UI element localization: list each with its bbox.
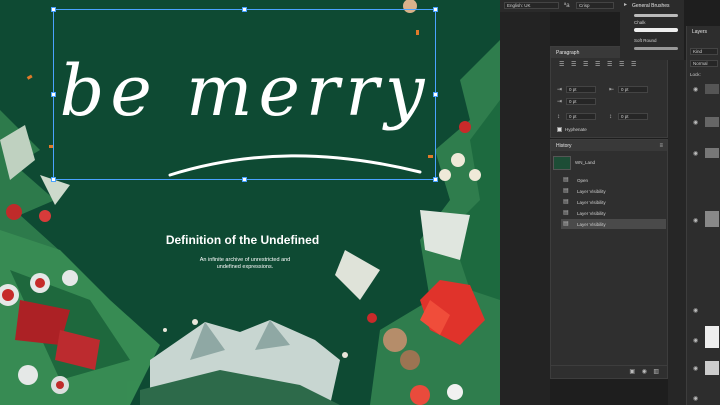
align-right-icon[interactable]: ☰	[583, 62, 588, 68]
layers-panel-title: Layers	[692, 29, 708, 35]
layer-thumbnail	[705, 211, 719, 227]
new-document-icon[interactable]: ▣	[629, 369, 635, 375]
brushes-panel-title[interactable]: General Brushes	[632, 3, 670, 9]
align-center-icon[interactable]: ☰	[571, 62, 576, 68]
artwork-title: Definition of the Undefined	[165, 233, 320, 247]
eye-icon[interactable]: ◉	[693, 308, 698, 314]
space-after-field[interactable]: 0 pt	[618, 113, 648, 120]
indent-first-field[interactable]: 0 pt	[566, 98, 596, 105]
history-state-icon: ▤	[563, 188, 569, 194]
eye-icon[interactable]: ◉	[693, 120, 698, 126]
list-item[interactable]: ▤ Layer Visibility	[561, 186, 666, 196]
lock-label: Lock:	[690, 72, 701, 77]
trash-icon[interactable]: ▥	[653, 369, 659, 375]
indent-right-icon: ⇤	[609, 87, 615, 93]
space-before-icon: ↕	[557, 114, 560, 120]
handle-middle-right[interactable]	[433, 92, 438, 97]
history-panel-title: History	[556, 143, 572, 149]
layer-thumbnail	[705, 326, 719, 348]
indent-right-field[interactable]: 0 pt	[618, 86, 648, 93]
document-canvas[interactable]: be merry Definition of the Undefined An …	[0, 0, 500, 405]
indent-first-icon: ⇥	[557, 99, 563, 105]
history-panel: History ≡ WN_Land ▤ Open ▤ Layer Visibilit…	[550, 139, 668, 379]
panel-menu-icon[interactable]: ≡	[659, 143, 663, 149]
brushes-panel: ▸ General Brushes Chalk Soft Round	[620, 0, 684, 60]
layer-thumbnail	[705, 148, 719, 158]
handle-top-middle[interactable]	[242, 7, 247, 12]
eye-icon[interactable]: ◉	[693, 151, 698, 157]
history-panel-header: History ≡	[551, 140, 667, 151]
brush-stroke-preview	[634, 28, 678, 32]
paragraph-panel-title: Paragraph	[556, 50, 580, 56]
language-select[interactable]: English: UK	[504, 2, 559, 9]
eye-icon[interactable]: ◉	[693, 87, 698, 93]
layers-panel: Layers Kind Normal Lock: ◉ ◉ ◉ ◉ ◉ ◉ ◉ ◉	[686, 26, 720, 405]
brush-stroke-preview	[634, 14, 678, 17]
handle-bottom-left[interactable]	[51, 177, 56, 182]
folder-icon: ▸	[624, 2, 628, 8]
space-after-icon: ↕	[609, 114, 612, 120]
handle-top-left[interactable]	[51, 7, 56, 12]
list-item[interactable]: ▤ Layer Visibility	[561, 197, 666, 207]
space-before-field[interactable]: 0 pt	[566, 113, 596, 120]
history-state-icon: ▤	[563, 177, 569, 183]
history-state-label: Layer Visibility	[577, 189, 606, 194]
aa-icon: ªa	[564, 3, 570, 9]
eye-icon[interactable]: ◉	[693, 366, 698, 372]
blend-mode-select[interactable]: Normal	[690, 60, 718, 67]
layer-thumbnail	[705, 84, 719, 94]
layer-kind-filter[interactable]: Kind	[690, 48, 718, 55]
eye-icon[interactable]: ◉	[693, 396, 698, 402]
panel-gutter	[500, 12, 550, 405]
brush-stroke-preview	[634, 47, 678, 50]
handle-top-right[interactable]	[433, 7, 438, 12]
indent-left-icon: ⇥	[557, 87, 563, 93]
justify-all-icon[interactable]: ☰	[631, 62, 636, 68]
history-snapshot[interactable]: WN_Land	[575, 160, 595, 165]
history-state-label: Open	[577, 178, 589, 183]
eye-icon[interactable]: ◉	[693, 338, 698, 344]
snapshot-thumbnail	[553, 156, 571, 170]
align-left-icon[interactable]: ☰	[559, 62, 564, 68]
antialias-select[interactable]: Crisp	[576, 2, 614, 9]
history-state-icon: ▤	[563, 221, 569, 227]
layer-thumbnail	[705, 117, 719, 127]
history-state-label: Layer Visibility	[577, 211, 606, 216]
list-item[interactable]: ▤ Open	[561, 175, 666, 185]
camera-icon[interactable]: ◉	[642, 369, 647, 375]
history-state-label: Layer Visibility	[577, 222, 606, 227]
artwork-subtitle: An infinite archive of unrestricted and …	[199, 257, 291, 270]
panel-gutter	[668, 60, 686, 405]
handle-bottom-right[interactable]	[433, 177, 438, 182]
history-footer: ▣ ◉ ▥	[551, 365, 667, 378]
layer-thumbnail	[705, 361, 719, 375]
eye-icon[interactable]: ◉	[693, 218, 698, 224]
hyphenate-label: Hyphenate	[565, 127, 587, 132]
brush-item-chalk[interactable]: Chalk	[634, 20, 646, 25]
justify-center-icon[interactable]: ☰	[607, 62, 612, 68]
list-item-selected[interactable]: ▤ Layer Visibility	[561, 219, 666, 229]
transform-selection-box[interactable]	[53, 9, 436, 180]
justify-right-icon[interactable]: ☰	[619, 62, 624, 68]
history-state-label: Layer Visibility	[577, 200, 606, 205]
hyphenate-checkbox[interactable]	[557, 127, 562, 132]
handle-middle-left[interactable]	[51, 92, 56, 97]
history-state-icon: ▤	[563, 210, 569, 216]
list-item[interactable]: ▤ Layer Visibility	[561, 208, 666, 218]
indent-left-field[interactable]: 0 pt	[566, 86, 596, 93]
options-bar: English: UK ªa Crisp	[500, 0, 620, 12]
history-state-icon: ▤	[563, 199, 569, 205]
handle-bottom-middle[interactable]	[242, 177, 247, 182]
justify-left-icon[interactable]: ☰	[595, 62, 600, 68]
brush-item-soft-round[interactable]: Soft Round	[634, 38, 657, 43]
